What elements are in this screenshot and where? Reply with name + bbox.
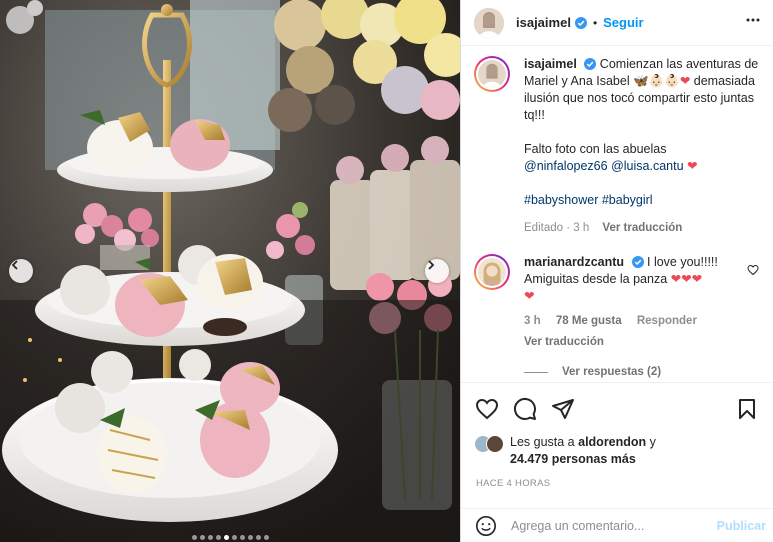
carousel-dot bbox=[255, 535, 261, 540]
next-slide-button[interactable] bbox=[425, 259, 449, 283]
header-separator: • bbox=[592, 15, 598, 30]
heart-emoji-icon: ❤ bbox=[679, 74, 691, 88]
author-username[interactable]: isajaimel bbox=[516, 15, 571, 30]
comment-likes-link[interactable]: 78 Me gusta bbox=[556, 315, 622, 327]
likers-avatars bbox=[474, 434, 508, 454]
carousel-dot bbox=[199, 535, 205, 540]
author-avatar[interactable] bbox=[474, 7, 504, 38]
carousel-dot bbox=[207, 535, 213, 540]
verified-badge-icon bbox=[574, 16, 587, 29]
verified-badge-icon bbox=[631, 256, 644, 268]
post-header: isajaimel • Seguir bbox=[461, 0, 773, 46]
caption-meta: Editado · 3 h Ver traducción bbox=[524, 220, 760, 237]
share-paper-plane-icon[interactable] bbox=[551, 397, 575, 421]
post-timestamp[interactable]: HACE 4 HORAS bbox=[476, 478, 550, 489]
liker-username[interactable]: aldorendon bbox=[578, 435, 646, 449]
baby-emoji-icon: 👶🏻👶🏻 bbox=[648, 74, 680, 88]
previous-slide-button[interactable] bbox=[9, 259, 33, 283]
post-side-panel: isajaimel • Seguir isajaimel Comienzan l… bbox=[460, 0, 773, 542]
carousel-dot bbox=[223, 535, 229, 540]
likes-summary[interactable]: Les gusta a aldorendon y 24.479 personas… bbox=[474, 434, 656, 468]
emoji-smiley-icon[interactable] bbox=[475, 515, 497, 537]
comment-meta: 3 h 78 Me gusta Responder bbox=[524, 313, 744, 330]
edited-time: Editado · 3 h bbox=[524, 222, 590, 234]
comment-input[interactable]: Agrega un comentario... bbox=[511, 519, 717, 533]
heart-emoji-icon: ❤ bbox=[687, 159, 698, 173]
carousel-dot bbox=[191, 535, 197, 540]
post-photo[interactable] bbox=[0, 0, 460, 542]
follow-button[interactable]: Seguir bbox=[603, 15, 643, 30]
mention-link[interactable]: @ninfalopez66 bbox=[524, 159, 608, 173]
save-bookmark-icon[interactable] bbox=[735, 397, 759, 421]
caption-avatar-image bbox=[478, 60, 506, 88]
photo-illustration bbox=[0, 0, 460, 542]
author-avatar-image bbox=[474, 7, 504, 38]
caption-author[interactable]: isajaimel bbox=[524, 57, 577, 71]
likes-connector: y bbox=[649, 435, 656, 449]
carousel-dot bbox=[247, 535, 253, 540]
liker-avatar bbox=[486, 435, 504, 453]
post-actions-bar bbox=[461, 382, 773, 434]
caption-avatar[interactable] bbox=[474, 56, 510, 92]
caption-line-3: Falto foto con las abuelas bbox=[524, 142, 667, 156]
comment-item: marianardzcantu I love you!!!!! Amiguita… bbox=[474, 254, 764, 351]
hashtag-link[interactable]: #babygirl bbox=[602, 193, 653, 207]
comment-text-line-1: I love you!!!!! bbox=[647, 255, 718, 269]
more-options-icon[interactable] bbox=[745, 12, 761, 28]
comment-time: 3 h bbox=[524, 315, 541, 327]
butterfly-emoji-icon: 🦋 bbox=[633, 74, 649, 88]
carousel-dot bbox=[231, 535, 237, 540]
verified-badge-icon bbox=[584, 58, 597, 70]
comment-like-heart-icon[interactable] bbox=[747, 264, 759, 276]
likes-count[interactable]: 24.479 personas más bbox=[510, 452, 636, 466]
commenter-avatar[interactable] bbox=[474, 254, 510, 290]
likes-text: Les gusta a aldorendon y 24.479 personas… bbox=[510, 434, 656, 468]
carousel-dot bbox=[215, 535, 221, 540]
carousel-dot bbox=[239, 535, 245, 540]
reply-button[interactable]: Responder bbox=[637, 315, 697, 327]
chevron-left-icon bbox=[11, 260, 18, 270]
chevron-right-icon bbox=[428, 260, 435, 270]
view-replies-button[interactable]: Ver respuestas (2) bbox=[524, 366, 661, 378]
replies-divider bbox=[524, 371, 548, 373]
commenter-avatar-image bbox=[478, 258, 506, 286]
comment-see-translation-link[interactable]: Ver traducción bbox=[524, 334, 744, 351]
likes-prefix: Les gusta a bbox=[510, 435, 575, 449]
comment-composer: Agrega un comentario... Publicar bbox=[461, 508, 773, 542]
carousel-dot bbox=[263, 535, 269, 540]
carousel-indicator bbox=[0, 535, 460, 540]
hashtag-link[interactable]: #babyshower bbox=[524, 193, 598, 207]
see-translation-link[interactable]: Ver traducción bbox=[602, 222, 682, 234]
view-replies-label: Ver respuestas (2) bbox=[562, 366, 662, 378]
caption-body: isajaimel Comienzan las aventuras de Mar… bbox=[524, 56, 760, 237]
like-heart-icon[interactable] bbox=[475, 397, 499, 421]
post-caption: isajaimel Comienzan las aventuras de Mar… bbox=[474, 56, 764, 237]
publish-button[interactable]: Publicar bbox=[717, 519, 766, 533]
comment-text-line-2: Amiguitas desde la panza bbox=[524, 272, 668, 286]
commenter-username[interactable]: marianardzcantu bbox=[524, 255, 624, 269]
comment-bubble-icon[interactable] bbox=[513, 397, 537, 421]
mention-link[interactable]: @luisa.cantu bbox=[611, 159, 683, 173]
comment-body: marianardzcantu I love you!!!!! Amiguita… bbox=[524, 254, 744, 351]
